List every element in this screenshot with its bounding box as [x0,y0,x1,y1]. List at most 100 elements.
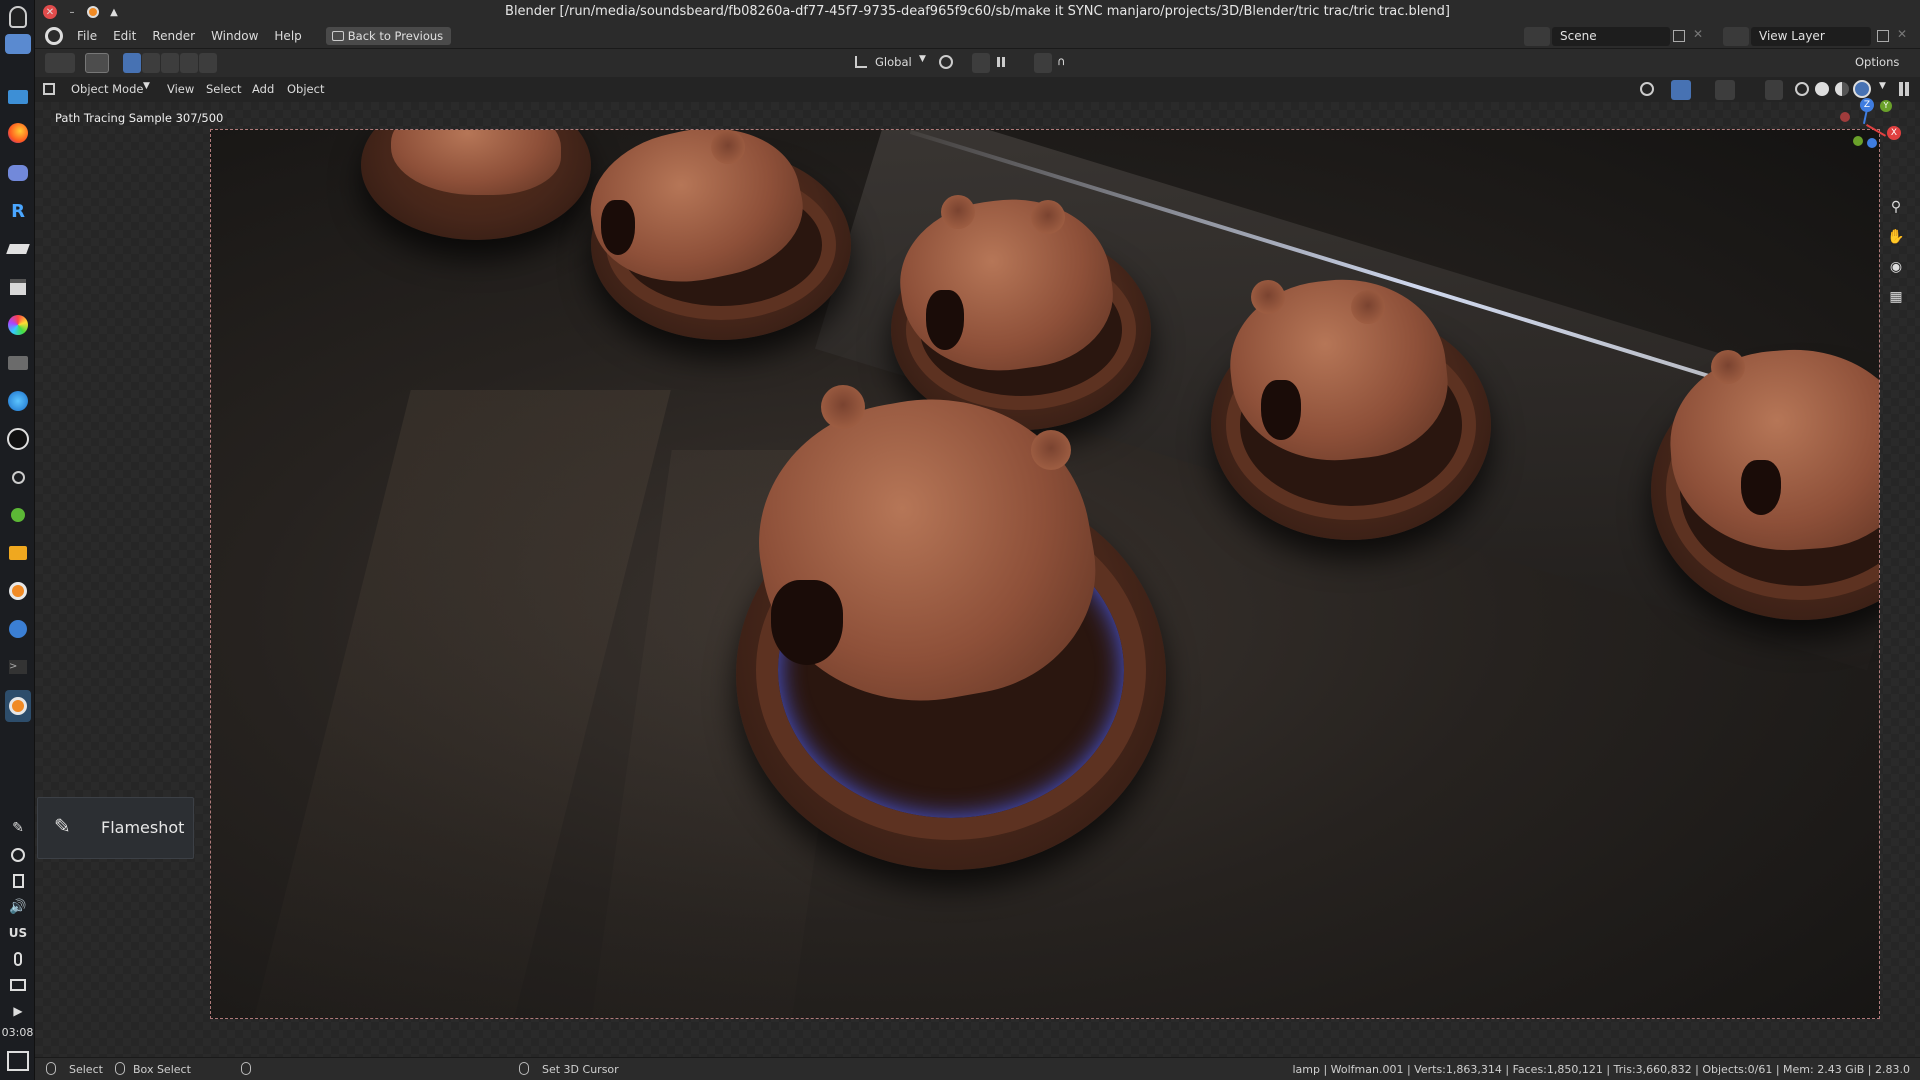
select-intersect-icon[interactable] [199,53,217,73]
solid-shading-icon[interactable] [1815,82,1829,96]
select-new-icon[interactable] [123,53,141,73]
status-set-cursor-hint: Set 3D Cursor [542,1063,619,1076]
select-extend-icon[interactable] [142,53,160,73]
new-view-layer-icon[interactable] [1877,30,1889,42]
overlays-toggle-icon[interactable] [1715,80,1735,100]
proportional-edit-icon[interactable] [1034,53,1052,73]
gizmo-x-axis[interactable]: X [1887,126,1901,140]
xray-toggle-icon[interactable] [1765,80,1783,100]
options-dropdown[interactable]: Options [1855,55,1899,69]
browser-icon[interactable] [5,388,31,414]
color-picker-icon[interactable] [5,312,31,338]
sidebar-toggle-icon[interactable] [1899,82,1903,96]
zoom-view-icon[interactable]: ⚲ [1885,196,1907,218]
menu-edit[interactable]: Edit [105,24,144,49]
calendar-app-icon[interactable] [5,274,31,300]
viewport-menu-add[interactable]: Add [252,82,274,96]
wireframe-shading-icon[interactable] [1795,82,1809,96]
bear-ear [1031,430,1071,470]
viewport-menu-object[interactable]: Object [287,82,324,96]
perspective-toggle-icon[interactable]: ▦ [1885,286,1907,308]
expand-tray-icon[interactable]: ▶ [5,998,31,1024]
status-dot-icon[interactable] [5,502,31,528]
discord-icon[interactable] [5,160,31,186]
mode-chevron-icon: ▼ [143,81,150,91]
bear-ear [941,195,975,229]
scene-label: Scene [1560,29,1597,43]
transform-orientation-dropdown[interactable]: Global [875,55,912,69]
blender-launcher-icon[interactable] [5,578,31,604]
layers-icon[interactable] [5,236,31,262]
snap-toggle-icon[interactable] [972,53,990,73]
file-manager-icon[interactable] [5,84,31,110]
network-app-icon[interactable] [5,616,31,642]
scene-field[interactable]: Scene [1552,27,1670,46]
bear-ear [1031,200,1065,234]
falloff-icon[interactable]: ∩ [1057,54,1065,68]
window-titlebar: ✕ – ▲ Blender [/run/media/soundsbeard/fb… [35,0,1920,24]
select-tool-icon[interactable] [85,53,109,73]
menu-window[interactable]: Window [203,24,266,49]
snap-target-icon[interactable] [997,57,1007,67]
flameshot-tray-icon[interactable]: ✎ [5,815,31,841]
gizmo-z-axis[interactable]: Z [1860,98,1874,112]
viewport-menu-view[interactable]: View [167,82,194,96]
navigation-gizmo[interactable]: Z Y X [1825,98,1905,162]
flameshot-notification[interactable]: ✎ Flameshot [37,797,194,859]
3d-viewport[interactable]: Path Tracing Sample 307/500 Z Y X ⚲ ✋ ◉ … [35,98,1920,1057]
gizmo-toggle-icon[interactable] [1671,80,1691,100]
remove-view-layer-icon[interactable]: ✕ [1897,27,1907,41]
display-tray-icon[interactable] [5,972,31,998]
view-layer-field[interactable]: View Layer [1751,27,1871,46]
folder-icon[interactable] [5,540,31,566]
bear-ear [821,385,865,429]
firefox-icon[interactable] [5,120,31,146]
camera-view-icon[interactable]: ◉ [1885,256,1907,278]
object-mode-dropdown[interactable]: Object Mode [71,82,143,96]
desktop-icon[interactable] [5,34,31,54]
microphone-tray-icon[interactable] [5,946,31,972]
render-sample-status: Path Tracing Sample 307/500 [55,111,224,125]
new-scene-icon[interactable] [1673,30,1685,42]
blender-logo-icon[interactable] [45,27,63,45]
volume-tray-icon[interactable]: 🔊 [5,894,31,920]
select-subtract-icon[interactable] [161,53,179,73]
remove-scene-icon[interactable]: ✕ [1693,27,1703,41]
pan-view-icon[interactable]: ✋ [1885,226,1907,248]
viewport-menu-select[interactable]: Select [206,82,241,96]
editor-type-icon[interactable] [45,53,75,73]
select-invert-icon[interactable] [180,53,198,73]
clipboard-tray-icon[interactable] [5,868,31,894]
menu-render[interactable]: Render [144,24,203,49]
right-mouse-icon [519,1062,529,1075]
media-app-icon[interactable] [5,350,31,376]
bear-ear [711,130,745,164]
bear-mouth [926,290,964,350]
r-app-icon[interactable]: R [5,198,31,224]
shading-options-chevron-icon[interactable]: ▼ [1879,81,1886,91]
view-layer-label: View Layer [1759,29,1825,43]
terminal-icon[interactable]: > [5,654,31,680]
menu-help[interactable]: Help [266,24,309,49]
search-icon[interactable] [5,464,31,490]
gizmo-neg-x[interactable] [1840,112,1850,122]
keyboard-layout[interactable]: US [5,920,31,946]
tux-menu-icon[interactable] [5,4,31,30]
menu-file[interactable]: File [69,24,105,49]
object-mode-icon [43,83,55,95]
visibility-eye-icon[interactable] [1640,82,1654,96]
status-bar: Select Box Select Set 3D Cursor lamp | W… [35,1057,1920,1080]
pause-tray-icon[interactable] [5,842,31,868]
gizmo-neg-z[interactable] [1867,138,1877,148]
show-desktop-icon[interactable] [5,1048,31,1074]
scene-browse-icon[interactable] [1524,27,1550,46]
view-layer-browse-icon[interactable] [1723,27,1749,46]
material-shading-icon[interactable] [1835,82,1849,96]
rendered-shading-icon[interactable] [1853,80,1871,98]
blender-window-icon[interactable] [5,690,31,722]
gizmo-y-axis[interactable]: Y [1880,100,1892,112]
gizmo-neg-y[interactable] [1853,136,1863,146]
obs-icon[interactable] [5,426,31,452]
pivot-point-icon[interactable] [939,55,953,69]
back-to-previous-button[interactable]: Back to Previous [325,27,452,45]
